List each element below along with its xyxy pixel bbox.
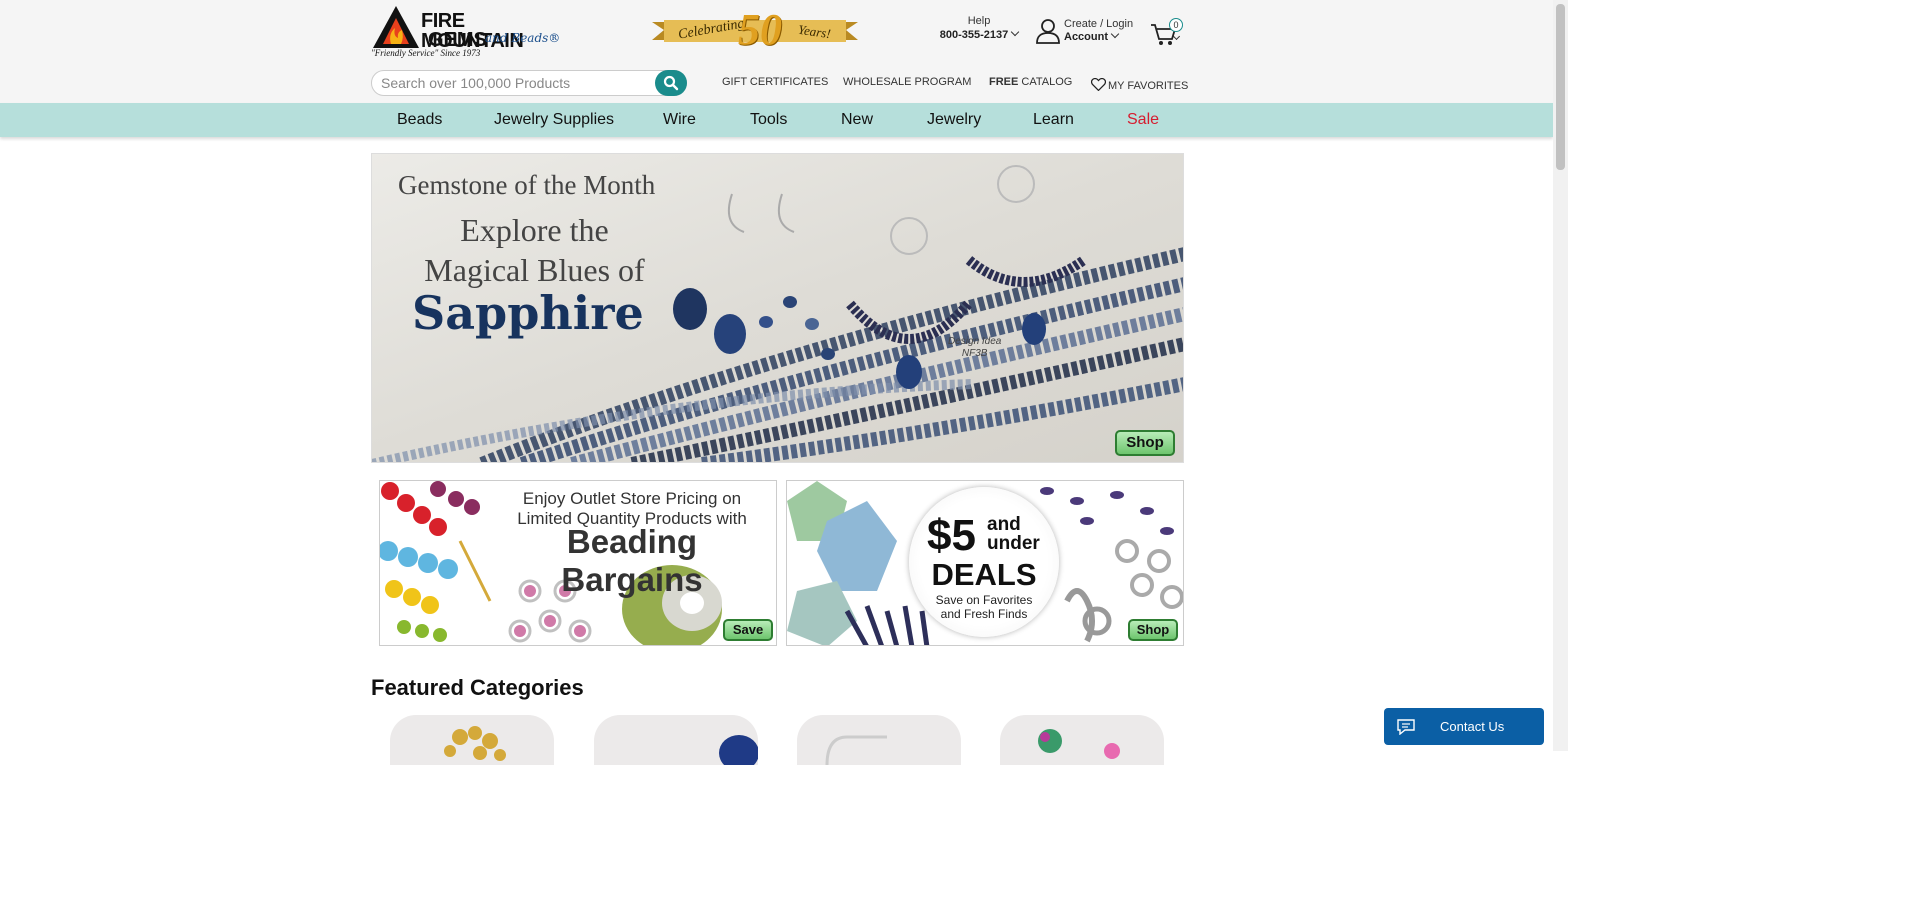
site-logo[interactable]: FIRE MOUNTAIN GEMS and Beads® "Friendly …: [371, 4, 561, 60]
cart-button[interactable]: 0: [1150, 18, 1186, 46]
favorites-label: MY FAVORITES: [1108, 80, 1189, 92]
logo-beads: and Beads®: [485, 31, 561, 45]
chevron-down-icon: [1110, 29, 1120, 39]
category-card[interactable]: [1000, 715, 1164, 765]
nav-item-new[interactable]: New: [841, 111, 873, 129]
help-phone: 800-355-2137: [938, 27, 1020, 41]
beading-bargains-banner[interactable]: Enjoy Outlet Store Pricing on Limited Qu…: [379, 480, 777, 646]
nav-item-beads[interactable]: Beads: [397, 111, 442, 129]
deal-title: DEALS: [931, 557, 1037, 592]
search-button[interactable]: [655, 70, 687, 96]
search-input[interactable]: [381, 74, 651, 92]
anniversary-badge: Celebrating 50 Years!: [652, 5, 858, 54]
logo-line2: GEMS: [428, 29, 487, 51]
heart-icon: [1090, 77, 1107, 92]
five-dollar-deals-banner[interactable]: $5 and under DEALS Save on Favorites and …: [786, 480, 1184, 646]
promo1-title: Beading Bargains: [561, 523, 703, 598]
deal-subtitle: Save on Favorites and Fresh Finds: [935, 593, 1033, 621]
contact-us-label: Contact Us: [1440, 719, 1505, 734]
category-image: [1038, 729, 1120, 759]
nav-item-tools[interactable]: Tools: [750, 111, 787, 129]
category-image: [719, 735, 758, 765]
account-menu[interactable]: Create / Login Account: [1036, 18, 1141, 46]
catalog-label: CATALOG: [1018, 76, 1073, 88]
account-label: Account: [1064, 29, 1120, 43]
deals-badge: $5 and under DEALS Save on Favorites and …: [909, 487, 1059, 637]
main-nav: Beads Jewelry Supplies Wire Tools New Je…: [0, 103, 1553, 137]
category-card[interactable]: [797, 715, 961, 765]
scrollbar-thumb[interactable]: [1556, 4, 1565, 170]
mountain-logo-icon: [373, 6, 419, 48]
nav-item-jewelry[interactable]: Jewelry: [927, 111, 981, 129]
site-header: FIRE MOUNTAIN GEMS and Beads® "Friendly …: [0, 0, 1553, 103]
hero-eyebrow: Gemstone of the Month: [398, 170, 656, 200]
category-card[interactable]: [594, 715, 758, 765]
nav-item-wire[interactable]: Wire: [663, 111, 696, 129]
chat-icon: [1397, 719, 1415, 735]
cart-count-badge: 0: [1169, 18, 1183, 32]
deal-price: $5: [927, 511, 976, 560]
category-card[interactable]: [390, 715, 554, 765]
wholesale-program-link[interactable]: WHOLESALE PROGRAM: [843, 76, 971, 88]
nav-item-jewelry-supplies[interactable]: Jewelry Supplies: [494, 111, 614, 129]
user-icon: [1036, 19, 1060, 44]
hero-shop-button[interactable]: Shop: [1115, 430, 1175, 456]
hero-headline: Explore the Magical Blues of: [424, 212, 645, 288]
hero-banner[interactable]: Gemstone of the Month Explore the Magica…: [371, 153, 1184, 463]
category-image: [444, 726, 506, 761]
contact-us-chat-button[interactable]: Contact Us: [1384, 708, 1544, 745]
logo-tagline: "Friendly Service" Since 1973: [371, 48, 481, 58]
account-create-login: Create / Login: [1064, 18, 1134, 30]
help-menu[interactable]: Help 800-355-2137: [938, 15, 1020, 41]
category-image: [825, 735, 887, 765]
promo1-save-button[interactable]: Save: [723, 619, 773, 641]
help-label: Help: [967, 15, 991, 27]
free-catalog-link[interactable]: FREE CATALOG: [989, 76, 1072, 88]
search-bar: [371, 70, 687, 96]
my-favorites-link[interactable]: MY FAVORITES: [1090, 76, 1189, 92]
chevron-down-icon: [1011, 27, 1020, 37]
hero-title: Sapphire: [412, 286, 644, 340]
nav-item-learn[interactable]: Learn: [1033, 111, 1074, 129]
anniversary-number: 50: [738, 5, 782, 54]
featured-categories-heading: Featured Categories: [371, 675, 584, 700]
promo2-shop-button[interactable]: Shop: [1128, 619, 1178, 641]
deal-and-under: and under: [987, 514, 1040, 554]
design-idea-label: Design Idea NF3B: [948, 336, 1002, 359]
gift-certificates-link[interactable]: GIFT CERTIFICATES: [722, 76, 828, 88]
page-scrollbar[interactable]: [1553, 0, 1568, 751]
free-label: FREE: [989, 76, 1019, 88]
search-icon: [663, 75, 679, 91]
nav-item-sale[interactable]: Sale: [1127, 111, 1159, 129]
